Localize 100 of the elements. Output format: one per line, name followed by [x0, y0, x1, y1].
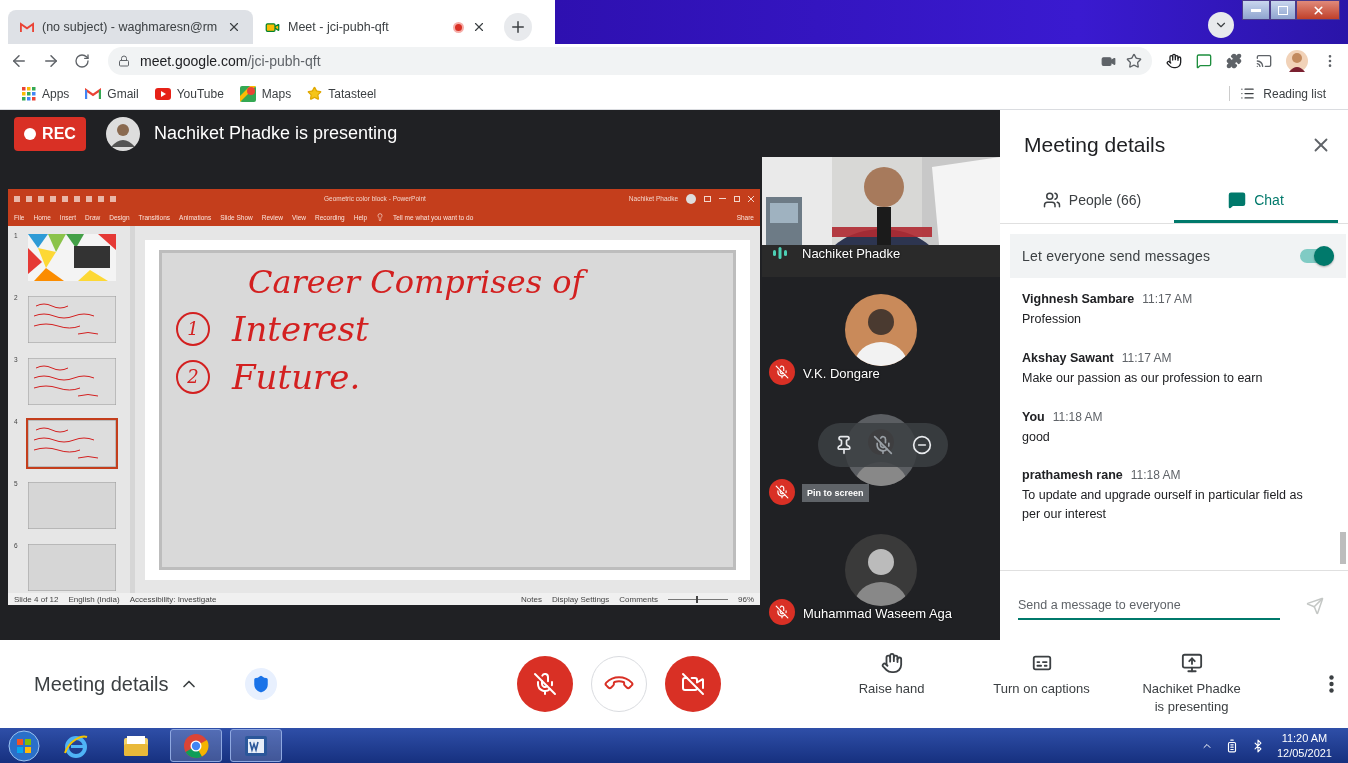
shield-icon	[251, 675, 270, 693]
participant-tile[interactable]: Muhammad Waseem Aga	[762, 517, 1000, 637]
reading-list-button[interactable]: Reading list	[1229, 86, 1326, 101]
lock-icon[interactable]	[118, 55, 130, 67]
list-icon	[1240, 86, 1256, 101]
message-sender: prathamesh rane	[1022, 468, 1123, 483]
message-text: Profession	[1022, 311, 1083, 328]
mic-off-icon	[775, 605, 789, 619]
panel-tab[interactable]: Chat	[1174, 180, 1338, 223]
presenter-title: Nachiket Phadke is presenting	[154, 123, 398, 144]
close-icon[interactable]	[472, 20, 486, 34]
action-button[interactable]: Nachiket Phadke is presenting	[1116, 652, 1267, 716]
bookmark[interactable]: Apps	[22, 86, 70, 101]
taskbar-app[interactable]	[230, 729, 282, 762]
setting-label: Let everyone send messages	[1022, 248, 1212, 264]
forward-icon[interactable]	[42, 52, 60, 70]
message-sender: Akshay Sawant	[1022, 350, 1114, 365]
participant-name: Nachiket Phadke	[802, 246, 901, 261]
close-icon	[1311, 3, 1325, 17]
meeting-details-button[interactable]: Meeting details	[34, 672, 199, 696]
notes-button[interactable]: Notes	[521, 594, 542, 604]
bookmark[interactable]: Maps	[239, 85, 292, 102]
tooltip: Pin to screen	[802, 484, 869, 502]
participant-tile[interactable]: V.K. Dongare	[762, 277, 1000, 397]
hand-icon[interactable]	[1166, 53, 1182, 69]
send-icon	[1306, 596, 1324, 615]
action-button[interactable]: Turn on captions	[966, 652, 1117, 716]
status-text: Accessibility: Investigate	[129, 594, 217, 604]
comments-button[interactable]: Comments	[619, 594, 658, 604]
mail-icon	[85, 87, 102, 100]
bookmark-star-icon[interactable]	[1126, 53, 1142, 69]
address-bar[interactable]: meet.google.com/jci-pubh-qft	[108, 47, 1152, 75]
cast-icon[interactable]	[1256, 53, 1272, 69]
ribbon-display-icon[interactable]	[704, 195, 711, 202]
action-button[interactable]: Raise hand	[816, 652, 967, 716]
present-screen-icon	[1180, 652, 1203, 675]
plus-icon	[509, 18, 527, 36]
map-pin-icon	[239, 85, 256, 102]
mic-off-icon	[775, 365, 789, 379]
recording-badge: REC	[14, 116, 86, 151]
more-icon	[1329, 675, 1334, 693]
minimize-icon[interactable]	[719, 197, 726, 200]
participant-name: V.K. Dongare	[803, 366, 880, 381]
bookmark[interactable]: Tatasteel	[307, 86, 377, 101]
more-options-button[interactable]	[1329, 675, 1334, 693]
message-time: 11:17 AM	[1121, 350, 1172, 365]
handwritten-point: Future.	[232, 356, 361, 397]
bookmark[interactable]: Gmail	[85, 86, 139, 101]
lightbulb-icon	[376, 213, 385, 221]
message-sender: You	[1022, 409, 1045, 424]
zoom-slider-thumb[interactable]	[696, 595, 699, 603]
play-icon	[154, 87, 171, 100]
handwritten-point: Interest	[232, 308, 369, 349]
raise-hand-icon	[880, 652, 903, 675]
participant-tile[interactable]: Pin to screen	[762, 397, 1000, 517]
browser-tab[interactable]: (no subject) - waghmaresn@rm	[8, 10, 253, 44]
extension-icon[interactable]	[1196, 53, 1212, 69]
presenter-avatar	[106, 116, 140, 151]
mic-off-icon	[775, 485, 789, 499]
tab-search-button[interactable]	[1208, 12, 1234, 38]
minimize-button[interactable]	[1242, 0, 1270, 20]
message-text: Make our passion as our profession to earn	[1022, 369, 1264, 387]
new-tab-button[interactable]	[504, 13, 532, 41]
folder-icon	[122, 733, 150, 758]
message-time: 11:18 AM	[1052, 409, 1103, 424]
reload-icon[interactable]	[74, 53, 90, 69]
status-text: English (India)	[68, 594, 120, 604]
back-icon[interactable]	[10, 52, 28, 70]
toggle-switch[interactable]	[1300, 249, 1334, 263]
start-button[interactable]	[6, 728, 42, 763]
mic-off-icon	[873, 435, 893, 455]
slide-thumbnail[interactable]	[26, 418, 118, 469]
user-avatar	[686, 193, 696, 204]
video-tile[interactable]: Nachiket Phadke	[762, 157, 1000, 277]
display-settings-button[interactable]: Display Settings	[551, 594, 610, 604]
close-icon[interactable]	[227, 20, 241, 34]
host-controls-button[interactable]	[244, 668, 277, 700]
people-icon	[1042, 191, 1061, 209]
clock[interactable]: 11:20 AM 12/05/2021	[1276, 731, 1342, 760]
panel-title: Meeting details	[1024, 133, 1167, 157]
record-dot-icon	[24, 127, 37, 140]
mail-icon	[20, 21, 34, 33]
message-time: 11:18 AM	[1130, 468, 1181, 483]
minimize-icon	[1251, 8, 1261, 12]
recording-dot-icon	[453, 21, 464, 33]
minus-circle-icon	[912, 435, 933, 455]
toggle-knob[interactable]	[1314, 246, 1334, 266]
circled-number: 1	[176, 311, 210, 346]
extensions-icon[interactable]	[1226, 53, 1242, 69]
profile-avatar[interactable]	[1286, 50, 1308, 72]
panel-tab[interactable]: People (66)	[1010, 180, 1174, 223]
chat-icon	[1228, 191, 1247, 209]
bookmark[interactable]: YouTube	[154, 86, 224, 101]
mic-off-icon	[532, 672, 557, 696]
participant-name: Muhammad Waseem Aga	[803, 606, 953, 621]
restore-icon[interactable]	[734, 195, 740, 202]
close-window-button[interactable]	[1296, 0, 1340, 20]
maximize-button[interactable]	[1270, 0, 1296, 20]
document-w-icon	[244, 733, 268, 758]
scrollbar[interactable]	[1340, 532, 1346, 564]
